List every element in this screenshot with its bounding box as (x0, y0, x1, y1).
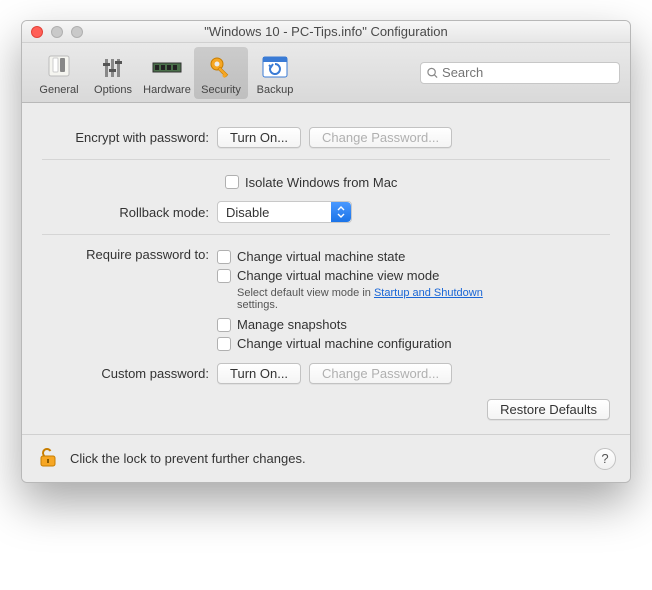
switch-icon (43, 54, 75, 82)
tab-label: Options (94, 84, 132, 96)
chevron-updown-icon (331, 202, 351, 222)
require-password-label: Require password to: (42, 245, 217, 262)
encrypt-change-password-button: Change Password... (309, 127, 452, 148)
rollback-value: Disable (226, 205, 269, 220)
req-snapshots-label: Manage snapshots (237, 317, 347, 332)
help-button[interactable]: ? (594, 448, 616, 470)
tab-hardware[interactable]: Hardware (140, 47, 194, 99)
window-title: "Windows 10 - PC-Tips.info" Configuratio… (22, 24, 630, 39)
req-viewmode-label: Change virtual machine view mode (237, 268, 439, 283)
tab-options[interactable]: Options (86, 47, 140, 99)
preferences-toolbar: General Options (22, 43, 630, 103)
search-field[interactable] (420, 62, 620, 84)
footer: Click the lock to prevent further change… (22, 434, 630, 482)
restore-defaults-button[interactable]: Restore Defaults (487, 399, 610, 420)
tab-label: Hardware (143, 84, 191, 96)
req-config-checkbox[interactable] (217, 337, 231, 351)
search-icon (427, 67, 438, 79)
zoom-button[interactable] (71, 26, 83, 38)
custom-turn-on-button[interactable]: Turn On... (217, 363, 301, 384)
lock-text: Click the lock to prevent further change… (70, 451, 306, 466)
tab-backup[interactable]: Backup (248, 47, 302, 99)
req-state-checkbox[interactable] (217, 250, 231, 264)
tab-label: General (39, 84, 78, 96)
isolate-checkbox[interactable] (225, 175, 239, 189)
viewmode-hint: Select default view mode in Startup and … (217, 287, 517, 311)
encrypt-turn-on-button[interactable]: Turn On... (217, 127, 301, 148)
search-input[interactable] (442, 65, 613, 80)
rollback-select[interactable]: Disable (217, 201, 352, 223)
req-snapshots-checkbox[interactable] (217, 318, 231, 332)
req-state-label: Change virtual machine state (237, 249, 405, 264)
divider (42, 159, 610, 160)
sliders-icon (97, 54, 129, 82)
backup-icon (259, 54, 291, 82)
encrypt-label: Encrypt with password: (42, 130, 217, 145)
tab-general[interactable]: General (32, 47, 86, 99)
req-config-label: Change virtual machine configuration (237, 336, 452, 351)
custom-password-label: Custom password: (42, 366, 217, 381)
security-pane: Encrypt with password: Turn On... Change… (22, 103, 630, 434)
isolate-label: Isolate Windows from Mac (245, 175, 397, 190)
startup-shutdown-link[interactable]: Startup and Shutdown (374, 287, 483, 299)
configuration-window: "Windows 10 - PC-Tips.info" Configuratio… (21, 20, 631, 483)
lock-icon[interactable] (36, 445, 60, 472)
titlebar: "Windows 10 - PC-Tips.info" Configuratio… (22, 21, 630, 43)
custom-change-password-button: Change Password... (309, 363, 452, 384)
minimize-button[interactable] (51, 26, 63, 38)
key-icon (205, 54, 237, 82)
rollback-label: Rollback mode: (42, 205, 217, 220)
memory-icon (151, 54, 183, 82)
divider (42, 234, 610, 235)
window-controls (31, 26, 83, 38)
close-button[interactable] (31, 26, 43, 38)
tab-label: Backup (257, 84, 294, 96)
tab-label: Security (201, 84, 241, 96)
tab-security[interactable]: Security (194, 47, 248, 99)
req-viewmode-checkbox[interactable] (217, 269, 231, 283)
